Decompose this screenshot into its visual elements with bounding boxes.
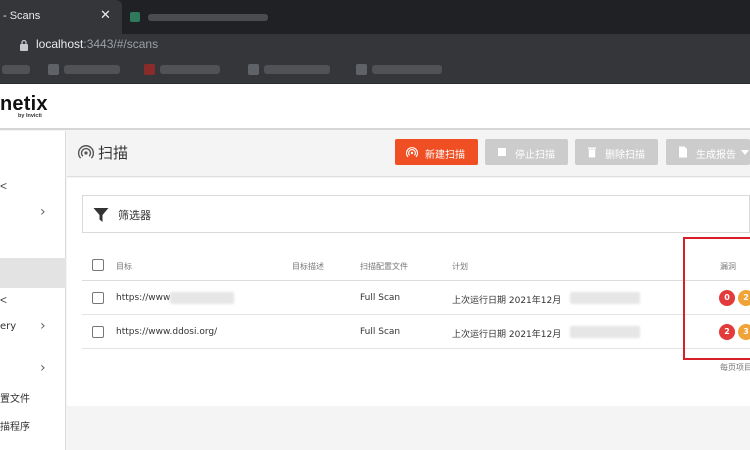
sidebar-fragment: <	[0, 179, 8, 193]
stop-icon	[498, 148, 506, 156]
address-bar[interactable]: localhost:3443/#/scans	[0, 34, 750, 56]
browser-tab-bar: - Scans ✕	[0, 0, 750, 34]
sidebar-item-scan-profiles[interactable]: 置文件	[0, 390, 30, 405]
stop-scan-button[interactable]: 停止扫描	[485, 139, 568, 165]
table-row[interactable]: https://www.ddosi.org/ Full Scan 上次运行日期 …	[82, 315, 750, 349]
bookmark-icon	[144, 64, 155, 75]
row-target[interactable]: https://www.ddosi.org/	[116, 327, 217, 337]
new-scan-label: 新建扫描	[425, 150, 465, 161]
items-per-page-label: 每页项目	[720, 363, 750, 372]
row-profile: Full Scan	[360, 293, 401, 303]
sidebar-item-discovery-label[interactable]: ery	[0, 321, 16, 332]
scans-panel: 筛选器 目标 目标描述 扫描配置文件 计划 漏洞 https://www Ful…	[67, 178, 750, 406]
row-checkbox[interactable]	[92, 326, 104, 338]
bookmark-icon	[48, 64, 59, 75]
bookmark-item[interactable]	[2, 65, 30, 74]
lock-icon	[20, 39, 28, 51]
delete-scan-label: 删除扫描	[605, 150, 645, 161]
browser-tab-inactive[interactable]	[122, 4, 302, 30]
url-path: :3443/#/scans	[83, 37, 159, 51]
document-icon	[679, 146, 687, 158]
bookmark-item[interactable]	[64, 65, 120, 74]
row-schedule: 上次运行日期 2021年12月	[452, 330, 562, 340]
trash-icon	[588, 147, 596, 158]
bookmark-item[interactable]	[264, 65, 330, 74]
sidebar-fragment: <	[0, 293, 8, 307]
bookmark-icon	[356, 64, 367, 75]
filter-icon	[93, 208, 109, 222]
generate-report-label: 生成报告	[696, 150, 736, 161]
favicon-icon	[130, 12, 140, 22]
chevron-right-icon[interactable]: ›	[40, 318, 46, 334]
redacted-text	[570, 292, 640, 304]
column-header-target[interactable]: 目标	[116, 261, 132, 272]
scan-radar-icon	[78, 145, 94, 159]
url-host: localhost	[36, 37, 84, 51]
row-target[interactable]: https://www	[116, 293, 170, 303]
bookmarks-bar	[0, 56, 750, 84]
browser-tab-active[interactable]: - Scans ✕	[0, 0, 122, 34]
row-schedule: 上次运行日期 2021年12月	[452, 296, 562, 306]
chevron-right-icon[interactable]: ›	[40, 360, 46, 376]
row-checkbox[interactable]	[92, 292, 104, 304]
delete-scan-button[interactable]: 删除扫描	[575, 139, 658, 165]
page-title: 扫描	[98, 144, 129, 162]
app-header: netix by Invicti	[0, 84, 750, 130]
table-header-row: 目标 目标描述 扫描配置文件 计划 漏洞	[82, 249, 750, 281]
tab-close-icon[interactable]: ✕	[100, 8, 111, 23]
page-header: 扫描 新建扫描 停止扫描 删除扫描 生成报告	[67, 131, 750, 177]
table-row[interactable]: https://www Full Scan 上次运行日期 2021年12月 0 …	[82, 281, 750, 315]
bookmark-item[interactable]	[160, 65, 220, 74]
row-profile: Full Scan	[360, 327, 401, 337]
redacted-text	[170, 292, 234, 304]
new-scan-button[interactable]: 新建扫描	[395, 139, 478, 165]
filter-label: 筛选器	[118, 209, 151, 222]
redacted-text	[570, 326, 640, 338]
sidebar-item-scanners[interactable]: 描程序	[0, 418, 30, 433]
annotation-highlight-box	[683, 237, 750, 360]
stop-scan-label: 停止扫描	[515, 150, 555, 161]
caret-down-icon	[741, 150, 749, 155]
generate-report-button[interactable]: 生成报告	[666, 139, 750, 165]
filter-bar[interactable]: 筛选器	[82, 195, 750, 233]
bookmark-item[interactable]	[372, 65, 442, 74]
url-text[interactable]: localhost:3443/#/scans	[36, 37, 158, 51]
sidebar: < › < ery › › 置文件 描程序	[0, 131, 66, 450]
sidebar-item-scans-active[interactable]	[0, 258, 66, 288]
column-header-schedule[interactable]: 计划	[452, 261, 468, 272]
tab-title: - Scans	[3, 10, 41, 22]
column-header-profile[interactable]: 扫描配置文件	[360, 261, 408, 272]
bookmark-icon	[248, 64, 259, 75]
blurred-tab-title	[148, 14, 268, 21]
scan-radar-icon	[406, 147, 418, 158]
column-header-description[interactable]: 目标描述	[292, 261, 324, 272]
select-all-checkbox[interactable]	[92, 259, 104, 271]
chevron-right-icon[interactable]: ›	[40, 204, 46, 220]
app-logo-subtitle: by Invicti	[18, 113, 42, 119]
